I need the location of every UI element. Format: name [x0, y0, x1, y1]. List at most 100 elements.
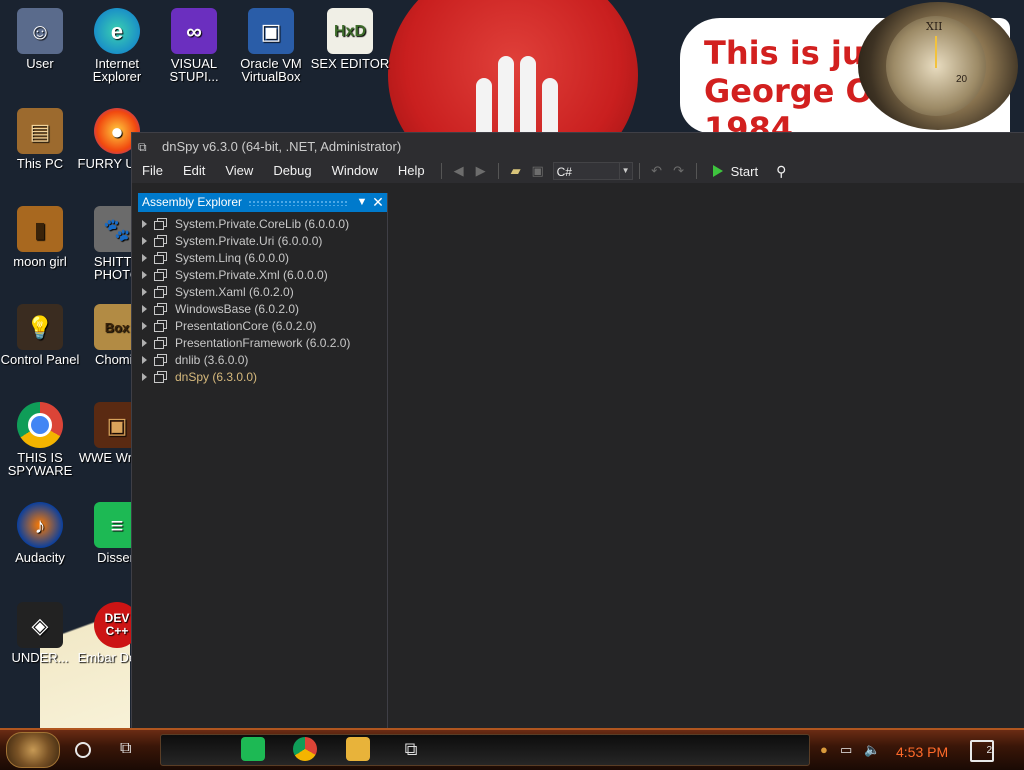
- assembly-icon: [154, 303, 167, 315]
- assembly-icon: [154, 252, 167, 264]
- menu-debug[interactable]: Debug: [263, 159, 321, 183]
- tree-node-assembly[interactable]: dnlib (3.6.0.0): [138, 351, 387, 368]
- assembly-icon: [154, 337, 167, 349]
- assembly-explorer-panel: Assembly Explorer ▼ ✕ System.Private.Cor…: [138, 193, 388, 729]
- taskbar-clock[interactable]: 4:53 PM: [896, 744, 948, 760]
- tree-node-assembly[interactable]: PresentationFramework (6.0.2.0): [138, 334, 387, 351]
- taskbar-apps: ⧉: [160, 734, 810, 766]
- assembly-icon: [154, 286, 167, 298]
- desktop-icon-unity[interactable]: ◈ UNDER...: [0, 602, 80, 664]
- computer-icon: ▤: [17, 108, 63, 154]
- tree-node-assembly[interactable]: System.Private.Xml (6.0.0.0): [138, 266, 387, 283]
- expand-arrow-icon[interactable]: [142, 287, 147, 296]
- notification-count: 2: [986, 745, 992, 756]
- clock-numeral: XII: [926, 20, 943, 33]
- toolbar-separator: [440, 163, 442, 179]
- menu-help[interactable]: Help: [388, 159, 435, 183]
- volume-muted-icon[interactable]: 🔈: [864, 742, 880, 758]
- desktop-icon-internet-explorer[interactable]: e Internet Explorer: [77, 8, 157, 83]
- redo-icon[interactable]: ↷: [671, 163, 687, 179]
- expand-arrow-icon[interactable]: [142, 236, 147, 245]
- tree-node-assembly[interactable]: PresentationCore (6.0.2.0): [138, 317, 387, 334]
- menu-bar: File Edit View Debug Window Help ◀ ▶ ▰ ▣…: [132, 159, 1024, 183]
- assembly-explorer-header[interactable]: Assembly Explorer ▼ ✕: [138, 193, 387, 212]
- task-view-icon[interactable]: ⧉: [120, 740, 131, 758]
- expand-arrow-icon[interactable]: [142, 372, 147, 381]
- search-icon[interactable]: ⚲: [776, 163, 786, 180]
- start-debugging-button[interactable]: Start: [712, 164, 758, 179]
- assembly-icon: [154, 371, 167, 383]
- notification-center-icon[interactable]: 2: [970, 740, 994, 762]
- edge-icon: e: [94, 8, 140, 54]
- window-title: dnSpy v6.3.0 (64-bit, .NET, Administrato…: [162, 138, 402, 154]
- virtualbox-icon: ▣: [248, 8, 294, 54]
- chevron-down-icon: ▼: [618, 163, 632, 179]
- desktop-icon-virtualbox[interactable]: ▣ Oracle VM VirtualBox: [231, 8, 311, 83]
- assembly-tree: System.Private.CoreLib (6.0.0.0) System.…: [138, 212, 387, 385]
- expand-arrow-icon[interactable]: [142, 304, 147, 313]
- tree-node-assembly[interactable]: WindowsBase (6.0.2.0): [138, 300, 387, 317]
- undo-icon[interactable]: ↶: [649, 163, 665, 179]
- taskbar-chrome-icon[interactable]: [293, 737, 317, 761]
- expand-arrow-icon[interactable]: [142, 355, 147, 364]
- desktop-icon-hex-editor[interactable]: HxD SEX EDITOR: [310, 8, 390, 70]
- assembly-icon: [154, 269, 167, 281]
- taskbar-dissenter-icon[interactable]: [241, 737, 265, 761]
- tray-overflow-icon[interactable]: ●: [820, 742, 828, 757]
- wallpaper-hand-graphic: [472, 40, 562, 140]
- desktop-icon-visual-studio[interactable]: ∞ VISUAL STUPI...: [154, 8, 234, 83]
- expand-arrow-icon[interactable]: [142, 253, 147, 262]
- chrome-icon: [17, 402, 63, 448]
- window-titlebar[interactable]: ⧉ dnSpy v6.3.0 (64-bit, .NET, Administra…: [132, 133, 1024, 159]
- tree-node-assembly[interactable]: System.Private.Uri (6.0.0.0): [138, 232, 387, 249]
- system-tray: ● ▭ 🔈 4:53 PM 2: [818, 734, 1024, 764]
- tree-node-assembly-dnspy[interactable]: dnSpy (6.3.0.0): [138, 368, 387, 385]
- toolbar-separator: [695, 163, 697, 179]
- assembly-icon: [154, 320, 167, 332]
- wallpaper-clock: XII 20: [858, 2, 1018, 130]
- cortana-search-icon[interactable]: [75, 742, 91, 758]
- desktop-icon-chrome[interactable]: THIS IS SPYWARE: [0, 402, 80, 477]
- menu-view[interactable]: View: [215, 159, 263, 183]
- taskbar-file-explorer-icon[interactable]: [346, 737, 370, 761]
- desktop-icon-control-panel[interactable]: 💡 Control Panel: [0, 304, 80, 366]
- expand-arrow-icon[interactable]: [142, 270, 147, 279]
- toolbar-separator: [638, 163, 640, 179]
- folder-icon: ▮: [17, 206, 63, 252]
- dnspy-window[interactable]: ⧉ dnSpy v6.3.0 (64-bit, .NET, Administra…: [131, 132, 1024, 729]
- expand-arrow-icon[interactable]: [142, 338, 147, 347]
- menu-edit[interactable]: Edit: [173, 159, 215, 183]
- expand-arrow-icon[interactable]: [142, 321, 147, 330]
- language-select[interactable]: C# ▼: [552, 162, 633, 180]
- window-app-icon: ⧉: [138, 140, 147, 154]
- desktop-icon-moon-girl[interactable]: ▮ moon girl: [0, 206, 80, 268]
- user-avatar-icon: ☺: [17, 8, 63, 54]
- menu-window[interactable]: Window: [322, 159, 388, 183]
- save-icon[interactable]: ▣: [530, 163, 546, 179]
- start-button[interactable]: [6, 732, 60, 768]
- hex-editor-icon: HxD: [327, 8, 373, 54]
- tree-node-assembly[interactable]: System.Private.CoreLib (6.0.0.0): [138, 215, 387, 232]
- desktop-icon-audacity[interactable]: ♪ Audacity: [0, 502, 80, 564]
- play-icon: [712, 165, 723, 177]
- close-icon[interactable]: ✕: [371, 193, 385, 212]
- audacity-icon: ♪: [17, 502, 63, 548]
- navigate-back-icon[interactable]: ◀: [451, 163, 467, 179]
- tree-node-assembly[interactable]: System.Linq (6.0.0.0): [138, 249, 387, 266]
- open-folder-icon[interactable]: ▰: [508, 163, 524, 179]
- unity-icon: ◈: [17, 602, 63, 648]
- menu-file[interactable]: File: [132, 159, 173, 183]
- taskbar-dnspy-icon[interactable]: ⧉: [399, 737, 423, 761]
- clock-numeral: 20: [956, 74, 968, 85]
- navigate-forward-icon[interactable]: ▶: [473, 163, 489, 179]
- visual-studio-icon: ∞: [171, 8, 217, 54]
- tree-node-assembly[interactable]: System.Xaml (6.0.2.0): [138, 283, 387, 300]
- assembly-icon: [154, 218, 167, 230]
- expand-arrow-icon[interactable]: [142, 219, 147, 228]
- assembly-icon: [154, 235, 167, 247]
- desktop-icon-this-pc[interactable]: ▤ This PC: [0, 108, 80, 170]
- assembly-icon: [154, 354, 167, 366]
- panel-dropdown-icon[interactable]: ▼: [355, 193, 369, 212]
- desktop-icon-user[interactable]: ☺ User: [0, 8, 80, 70]
- network-icon[interactable]: ▭: [840, 742, 852, 758]
